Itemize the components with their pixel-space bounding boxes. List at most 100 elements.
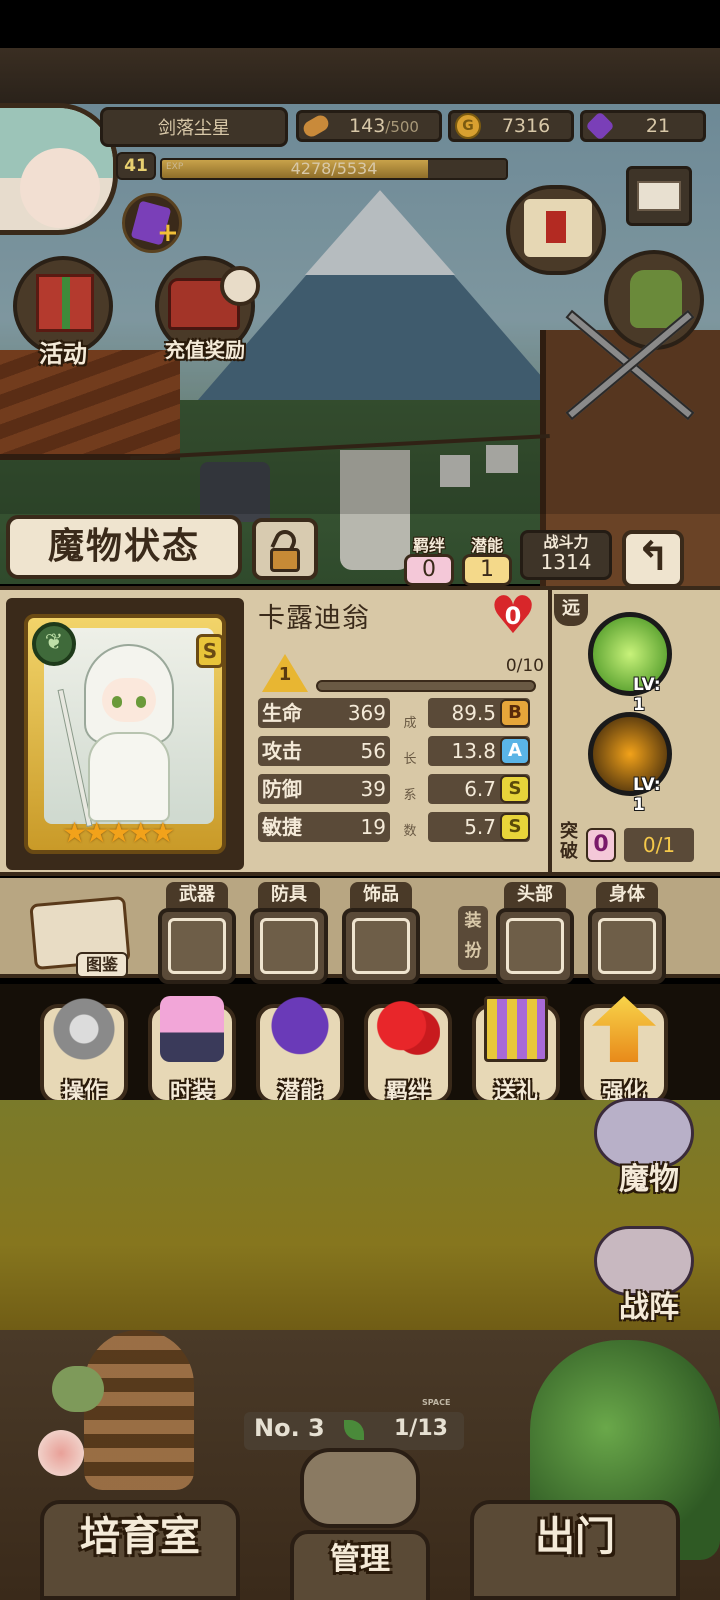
formation-nav-button[interactable]: 战阵 (584, 1222, 714, 1332)
monster-face (102, 678, 156, 722)
status-bar (0, 0, 720, 48)
action-button[interactable]: 操作 (38, 996, 130, 1114)
crossed-swords-icon[interactable] (540, 295, 720, 435)
room-capacity: 1/13 (394, 1416, 448, 1441)
stamina-value: 143 (349, 115, 386, 137)
growth-value: 13.8 (451, 739, 496, 763)
keys-icon (300, 1448, 420, 1528)
lock-toggle-button[interactable] (252, 518, 318, 580)
monster-card[interactable]: ❦ S ★★★★★ (6, 598, 244, 870)
gift-icon (484, 996, 548, 1062)
monster-level-badge: 1 (262, 654, 308, 694)
nursery-button[interactable]: 培育室 (40, 1500, 240, 1600)
monster-card-frame: ❦ S ★★★★★ (24, 614, 226, 854)
head-slot[interactable] (496, 908, 574, 984)
monster-level: 1 (278, 664, 292, 685)
breakthrough-count: 0 (586, 828, 616, 862)
shadow-spirit-icon (268, 996, 332, 1062)
event-label: 活动 (39, 340, 87, 368)
exit-label: 出门 (535, 1514, 615, 1560)
gold-coin-icon: G (455, 113, 481, 139)
combat-power-value: 1314 (540, 550, 592, 574)
nursery-label: 培育室 (80, 1514, 200, 1560)
action-button[interactable]: 时装 (146, 996, 238, 1114)
bond-indicator: 羁绊 0 (404, 532, 454, 592)
recharge-reward-button[interactable]: 充值奖励 (150, 256, 260, 366)
weapon-slot[interactable] (158, 908, 236, 984)
leaf-icon: ❦ (32, 622, 76, 666)
body-slot[interactable] (588, 908, 666, 984)
stamina-counter[interactable]: 143/500 (296, 110, 442, 142)
monsters-nav-label: 魔物 (619, 1162, 679, 1197)
slot-inner (260, 918, 318, 974)
growth-grade-badge: S (500, 775, 530, 803)
growth-grade-badge: A (500, 737, 530, 765)
bond-label: 羁绊 (412, 536, 445, 555)
growth-box: 89.5 B (428, 698, 530, 728)
skill-level: LV: 1 (633, 675, 661, 715)
stamina-max: /500 (385, 118, 419, 136)
swirl-egg-icon[interactable] (38, 1430, 84, 1476)
formation-nav-label: 战阵 (619, 1290, 679, 1325)
gem-counter[interactable]: 21 (580, 110, 706, 142)
action-button[interactable]: 羁绊 (362, 996, 454, 1114)
hearts-icon (376, 996, 440, 1062)
monster-robe (88, 732, 170, 822)
monster-status-title: 魔物状态 (6, 515, 242, 579)
action-button[interactable]: 送礼 (470, 996, 562, 1114)
event-button[interactable]: 活动 (8, 256, 118, 368)
gold-counter[interactable]: G 7316 (448, 110, 574, 142)
accessory-slot[interactable] (342, 908, 420, 984)
back-button[interactable]: ↰ (622, 530, 684, 588)
star-rating: ★★★★★ (62, 816, 176, 849)
gift-box-icon (36, 274, 94, 332)
player-name: 剑落尘星 (100, 107, 288, 147)
skill-button-1[interactable]: LV: 1 (588, 612, 672, 715)
growth-box: 13.8 A (428, 736, 530, 766)
weapon-slot-label: 武器 (166, 882, 228, 908)
clock-icon (220, 266, 260, 306)
room-indicator: No. 3 SPACE 1/13 (244, 1398, 464, 1450)
exit-button[interactable]: 出门 (470, 1500, 680, 1600)
growth-label-char: 系 (403, 788, 417, 803)
monster-eye (112, 696, 122, 708)
affection-value: 0 (504, 602, 522, 630)
rank-badge: S (196, 634, 224, 668)
slot-inner (506, 918, 564, 974)
stat-value: 19 (360, 815, 386, 839)
growth-label-char: 成 (403, 716, 417, 731)
raccoon-tail-decoration (84, 1330, 194, 1490)
codex-label[interactable]: 图鉴 (76, 952, 128, 978)
attack-range-tag: 远 (554, 594, 588, 626)
growth-label-char: 长 (403, 752, 417, 767)
green-egg-icon[interactable] (52, 1366, 104, 1412)
growth-grade-badge: B (500, 699, 530, 727)
skill-level: LV: 1 (633, 775, 661, 815)
gear-icon (52, 996, 116, 1062)
quest-scroll-button[interactable] (506, 185, 606, 275)
potential-label: 潜能 (470, 536, 503, 555)
mountain-snowcap (305, 190, 455, 275)
manage-button[interactable]: 管理 (290, 1530, 430, 1600)
buy-gems-button[interactable]: + (122, 193, 182, 253)
level-progress-bar (316, 680, 536, 692)
mail-button[interactable] (626, 166, 692, 226)
growth-box: 5.7 S (428, 812, 530, 842)
growth-grade-badge: S (500, 813, 530, 841)
hanging-cloth (440, 455, 470, 487)
skill-button-2[interactable]: LV: 1 (588, 712, 672, 815)
manage-label: 管理 (330, 1542, 390, 1577)
armor-slot-label: 防具 (258, 882, 320, 908)
bond-value: 0 (404, 554, 454, 586)
monster-name: 卡露迪翁 (258, 603, 370, 634)
recharge-label: 充值奖励 (165, 338, 245, 362)
monsters-nav-button[interactable]: 魔物 (584, 1094, 714, 1204)
breakthrough-progress[interactable]: 0/1 (624, 828, 694, 862)
action-button[interactable]: 潜能 (254, 996, 346, 1114)
combat-power-label: 战斗力 (543, 533, 589, 551)
hanging-shirt (200, 462, 270, 522)
growth-value: 89.5 (451, 701, 496, 725)
exp-bar: EXP 4278/5534 (160, 158, 508, 180)
armor-slot[interactable] (250, 908, 328, 984)
game-screen: 剑落尘星 41 EXP 4278/5534 + 143/500 G 7316 2… (0, 0, 720, 1600)
